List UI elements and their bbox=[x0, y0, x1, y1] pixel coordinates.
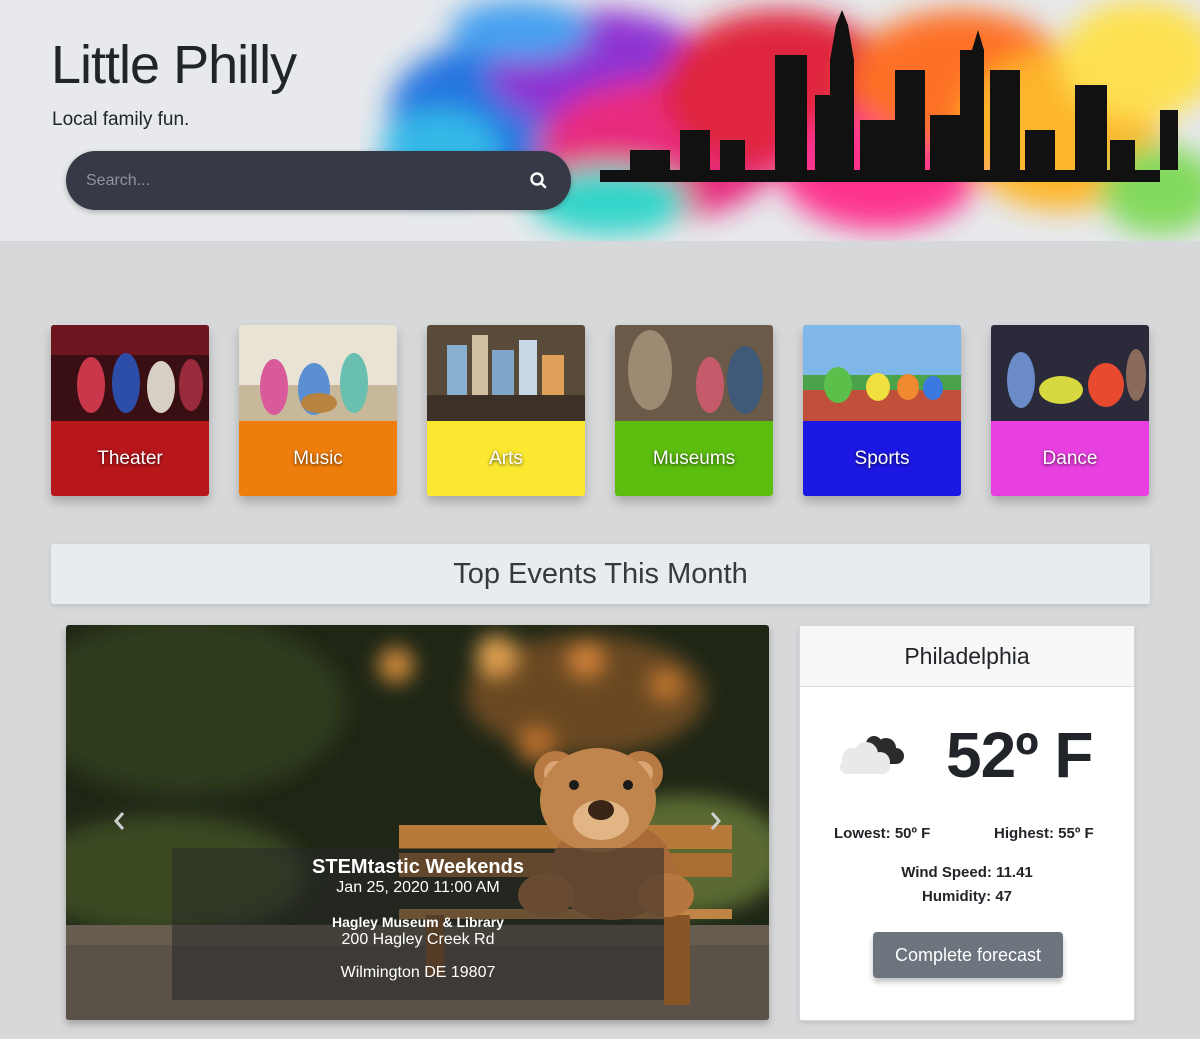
arts-photo bbox=[427, 325, 585, 421]
category-arts[interactable]: Arts bbox=[427, 325, 585, 496]
event-city: Wilmington DE 19807 bbox=[340, 964, 496, 981]
event-street: 200 Hagley Creek Rd bbox=[341, 931, 495, 948]
site-title: Little Philly bbox=[51, 35, 297, 95]
search-bar bbox=[66, 151, 571, 210]
category-dance[interactable]: Dance bbox=[991, 325, 1149, 496]
header-banner: Little Philly Local family fun. bbox=[0, 0, 1200, 241]
music-photo bbox=[239, 325, 397, 421]
search-input[interactable] bbox=[86, 151, 506, 210]
category-label: Museums bbox=[615, 421, 773, 496]
category-sports[interactable]: Sports bbox=[803, 325, 961, 496]
humidity: Humidity: 47 bbox=[921, 888, 1012, 905]
chevron-left-icon bbox=[114, 812, 125, 830]
category-theater[interactable]: Theater bbox=[51, 325, 209, 496]
weather-city: Philadelphia bbox=[800, 626, 1134, 687]
category-label: Sports bbox=[803, 421, 961, 496]
weather-card: Philadelphia 52º F Lowest: 50º F Highest… bbox=[799, 625, 1135, 1021]
temperature-high: Highest: 55º F bbox=[994, 825, 1094, 842]
event-venue: Hagley Museum & Library bbox=[332, 914, 504, 930]
category-label: Dance bbox=[991, 421, 1149, 496]
events-carousel[interactable]: STEMtastic Weekends Jan 25, 2020 11:00 A… bbox=[66, 625, 769, 1020]
category-museums[interactable]: Museums bbox=[615, 325, 773, 496]
cloudy-icon bbox=[840, 736, 904, 774]
search-icon bbox=[530, 172, 547, 189]
event-title: STEMtastic Weekends bbox=[312, 856, 524, 878]
carousel-prev-button[interactable] bbox=[108, 809, 132, 833]
theater-photo bbox=[51, 325, 209, 421]
search-button[interactable] bbox=[527, 169, 551, 193]
complete-forecast-button[interactable]: Complete forecast bbox=[873, 932, 1063, 978]
event-caption[interactable]: STEMtastic Weekends Jan 25, 2020 11:00 A… bbox=[172, 848, 664, 1000]
temperature-low: Lowest: 50º F bbox=[834, 825, 931, 842]
chevron-right-icon bbox=[710, 812, 721, 830]
museums-photo bbox=[615, 325, 773, 421]
category-label: Arts bbox=[427, 421, 585, 496]
wind-speed: Wind Speed: 11.41 bbox=[901, 864, 1033, 881]
category-label: Theater bbox=[51, 421, 209, 496]
current-temperature: 52º F bbox=[946, 719, 1093, 791]
section-title: Top Events This Month bbox=[51, 544, 1150, 604]
event-date: Jan 25, 2020 11:00 AM bbox=[336, 879, 500, 896]
dance-photo bbox=[991, 325, 1149, 421]
category-label: Music bbox=[239, 421, 397, 496]
sports-photo bbox=[803, 325, 961, 421]
category-music[interactable]: Music bbox=[239, 325, 397, 496]
site-tagline: Local family fun. bbox=[52, 109, 190, 130]
carousel-next-button[interactable] bbox=[703, 809, 727, 833]
